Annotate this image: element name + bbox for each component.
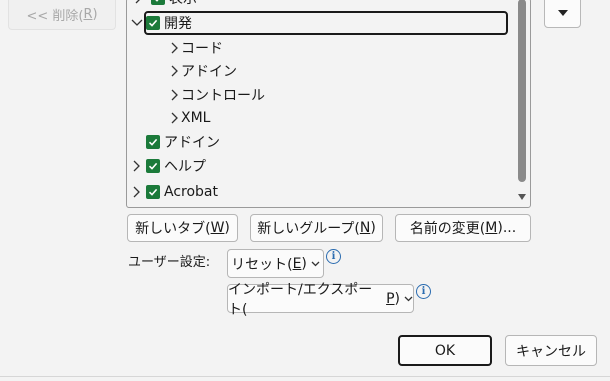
info-icon[interactable]: i	[326, 249, 341, 264]
tree-item-label: アドイン	[164, 135, 220, 151]
rename-mnemonic: M	[485, 220, 498, 236]
new-group-mnemonic: N	[359, 220, 371, 236]
dropdown-arrow-icon	[557, 4, 568, 20]
tree-child-label: コード	[181, 41, 223, 57]
new-tab-button[interactable]: 新しいタブ(W)	[127, 214, 238, 242]
chevron-right-icon[interactable]	[131, 186, 143, 198]
new-group-suffix: )	[370, 220, 376, 236]
chevron-down-icon	[311, 261, 320, 267]
remove-button-prefix: << 削除(	[26, 9, 84, 24]
window-bottom-edge	[0, 376, 610, 377]
scroll-down-arrow-icon[interactable]	[515, 191, 529, 203]
remove-button-mnemonic: R	[83, 7, 93, 22]
tree-item-help[interactable]: ヘルプ	[131, 155, 206, 177]
reset-mnemonic: E	[292, 255, 302, 272]
tree-item-label: 表示	[169, 0, 197, 8]
import-export-dropdown-button[interactable]: インポート/エクスポート( P)	[227, 282, 414, 318]
tree-child-label: コントロール	[181, 88, 265, 104]
remove-button: << 削除(R)	[8, 0, 116, 30]
checkbox-checked-icon[interactable]	[146, 135, 160, 149]
chevron-down-icon	[404, 296, 413, 302]
tree-child-xml[interactable]: XML	[169, 107, 210, 129]
chevron-right-icon[interactable]	[133, 0, 145, 4]
tree-child-label: XML	[181, 110, 211, 126]
tree-child-label: アドイン	[181, 64, 237, 80]
remove-button-suffix: )	[92, 7, 98, 22]
tree-child-code[interactable]: コード	[169, 37, 223, 59]
vertical-scrollbar[interactable]	[515, 0, 529, 207]
import-export-mnemonic: P	[386, 290, 395, 307]
new-tab-suffix: )	[224, 220, 230, 236]
tree-item-acrobat[interactable]: Acrobat	[131, 181, 218, 203]
checkbox-checked-icon[interactable]	[146, 159, 160, 173]
tree-item-label: 開発	[164, 16, 192, 32]
new-group-button[interactable]: 新しいグループ(N)	[250, 214, 383, 242]
cancel-button[interactable]: キャンセル	[505, 335, 597, 366]
chevron-down-icon[interactable]	[131, 17, 143, 29]
new-tab-mnemonic: W	[210, 220, 225, 236]
checkbox-checked-icon[interactable]	[146, 185, 160, 199]
rename-suffix: )...	[497, 220, 517, 236]
tree-child-addins[interactable]: アドイン	[169, 60, 237, 82]
chevron-right-icon[interactable]	[169, 89, 181, 101]
tree-child-controls[interactable]: コントロール	[169, 84, 265, 106]
user-settings-label: ユーザー設定:	[128, 255, 211, 270]
ok-button[interactable]: OK	[398, 335, 492, 366]
new-tab-prefix: 新しいタブ(	[135, 221, 211, 237]
checkbox-checked-icon[interactable]	[146, 16, 160, 30]
tree-item-label: Acrobat	[164, 184, 218, 200]
dropdown-button[interactable]	[544, 0, 581, 28]
reset-suffix: )	[301, 255, 307, 272]
tree-item-developer[interactable]: 開発	[131, 12, 192, 34]
scrollbar-thumb[interactable]	[518, 0, 526, 182]
import-export-suffix: )	[394, 290, 400, 307]
chevron-right-icon[interactable]	[169, 42, 181, 54]
new-group-prefix: 新しいグループ(	[257, 221, 360, 237]
reset-prefix: リセット(	[231, 256, 293, 273]
tree-item-selected-outline	[144, 11, 508, 35]
chevron-right-icon[interactable]	[169, 65, 181, 77]
chevron-right-icon[interactable]	[169, 112, 181, 124]
rename-button[interactable]: 名前の変更(M)...	[395, 214, 531, 242]
tree-item-view[interactable]: 表示	[133, 0, 197, 9]
rename-prefix: 名前の変更(	[409, 221, 486, 237]
import-export-prefix: インポート/エクスポート(	[228, 281, 373, 318]
tree-item-addins[interactable]: アドイン	[146, 131, 220, 153]
ribbon-tree[interactable]: 表示 開発 コード アドイン コントロール XML アドイン ヘルプ	[126, 0, 531, 208]
checkbox-checked-icon[interactable]	[151, 0, 165, 5]
tree-item-label: ヘルプ	[164, 159, 206, 175]
reset-dropdown-button[interactable]: リセット(E)	[227, 249, 324, 278]
chevron-right-icon[interactable]	[131, 160, 143, 172]
info-icon[interactable]: i	[416, 284, 431, 299]
